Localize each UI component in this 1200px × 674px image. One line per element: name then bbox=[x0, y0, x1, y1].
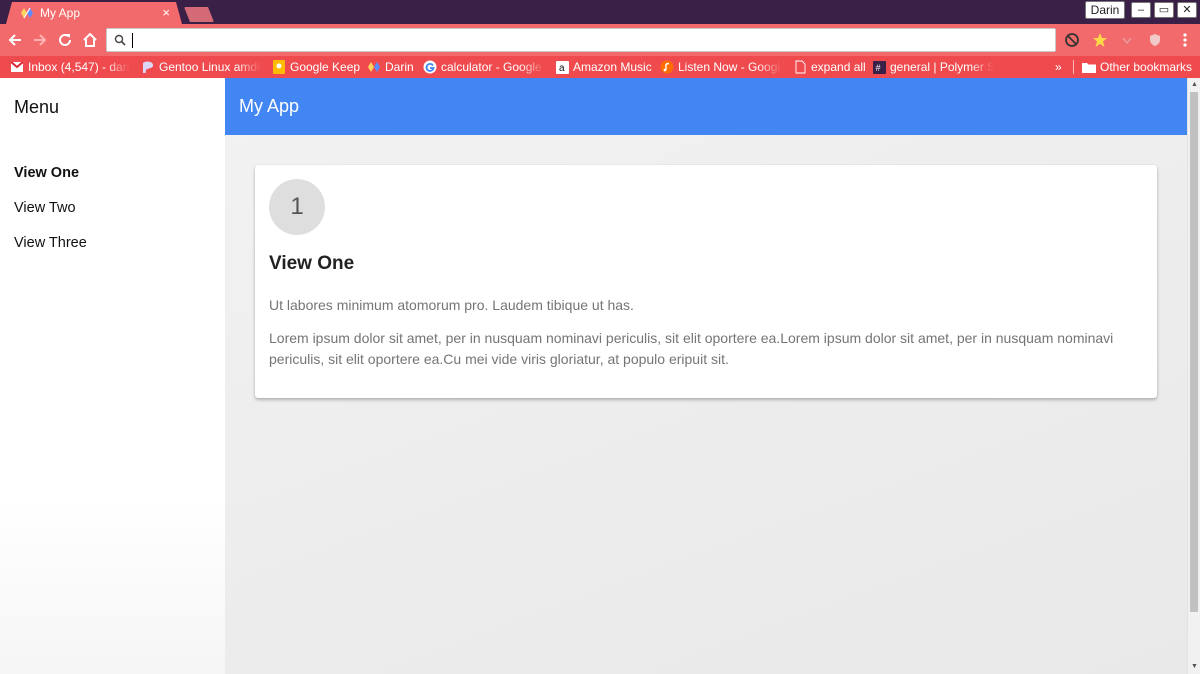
forward-icon[interactable] bbox=[31, 30, 49, 50]
tab-title: My App bbox=[40, 6, 81, 20]
bookmark-polymer-slack[interactable]: # general | Polymer S bbox=[872, 56, 994, 78]
browser-titlebar: My App × Darin – ▭ ✕ bbox=[0, 0, 1200, 24]
search-icon bbox=[113, 33, 127, 47]
bookmarks-bar: Inbox (4,547) - darin Gentoo Linux amd64… bbox=[0, 56, 1200, 78]
bookmark-label: calculator - Google bbox=[441, 60, 542, 74]
menu-icon[interactable] bbox=[1176, 31, 1194, 49]
bookmark-label: general | Polymer S bbox=[890, 60, 994, 74]
extension-icon[interactable] bbox=[1063, 31, 1081, 49]
music-icon bbox=[660, 60, 674, 74]
bookmark-expand-all[interactable]: expand all bbox=[793, 56, 868, 78]
extension-icon[interactable] bbox=[1146, 31, 1164, 49]
svg-text:a: a bbox=[559, 63, 565, 74]
google-icon bbox=[423, 60, 437, 74]
content-card: 1 View One Ut labores minimum atomorum p… bbox=[255, 165, 1157, 398]
folder-icon bbox=[1082, 60, 1096, 74]
bookmark-label: Amazon Music bbox=[573, 60, 652, 74]
home-icon[interactable] bbox=[81, 30, 99, 50]
window-close-button[interactable]: ✕ bbox=[1177, 2, 1197, 18]
polymer-icon bbox=[20, 6, 34, 20]
menu-item-view-one[interactable]: View One bbox=[14, 165, 79, 181]
card-heading: View One bbox=[269, 253, 355, 274]
tab-my-app[interactable]: My App × bbox=[6, 2, 182, 24]
app-drawer: Menu View One View Two View Three bbox=[0, 78, 225, 674]
svg-text:#: # bbox=[875, 63, 880, 73]
page-viewport: Menu View One View Two View Three My App… bbox=[0, 78, 1200, 674]
gentoo-icon bbox=[141, 60, 155, 74]
bookmark-label: Inbox (4,547) - darin bbox=[28, 60, 130, 74]
bookmark-gentoo[interactable]: Gentoo Linux amd64 bbox=[141, 56, 261, 78]
omnibox[interactable] bbox=[106, 28, 1056, 52]
new-tab-button[interactable] bbox=[184, 7, 214, 22]
drawer-title: Menu bbox=[14, 97, 60, 117]
card-paragraph: Ut labores minimum atomorum pro. Laudem … bbox=[269, 297, 634, 313]
main-content: My App 1 View One Ut labores minimum ato… bbox=[225, 78, 1187, 674]
browser-toolbar bbox=[0, 24, 1200, 56]
bookmark-keep[interactable]: Google Keep bbox=[272, 56, 372, 78]
bookmark-label: Gentoo Linux amd64 bbox=[159, 60, 261, 74]
polymer-icon bbox=[367, 60, 381, 74]
bookmark-label: Google Keep bbox=[290, 60, 361, 74]
bookmark-darin[interactable]: Darin bbox=[367, 56, 422, 78]
keep-icon bbox=[272, 60, 286, 74]
star-icon[interactable] bbox=[1091, 31, 1109, 49]
bookmark-listen-now[interactable]: Listen Now - Google bbox=[660, 56, 782, 78]
profile-button[interactable]: Darin bbox=[1085, 1, 1125, 19]
menu-item-view-two[interactable]: View Two bbox=[14, 200, 76, 216]
bookmarks-overflow-button[interactable]: » bbox=[1055, 56, 1067, 78]
text-caret bbox=[132, 33, 133, 48]
page-icon bbox=[793, 60, 807, 74]
gmail-icon bbox=[10, 60, 24, 74]
slack-icon: # bbox=[872, 60, 886, 74]
other-bookmarks[interactable]: Other bookmarks bbox=[1082, 56, 1197, 78]
scroll-up-icon[interactable]: ▲ bbox=[1191, 81, 1198, 89]
address-input[interactable] bbox=[129, 31, 1029, 49]
bookmark-label: Listen Now - Google bbox=[678, 60, 782, 74]
bookmark-amazon-music[interactable]: a Amazon Music bbox=[555, 56, 655, 78]
restore-button[interactable]: ▭ bbox=[1154, 2, 1174, 18]
minimize-button[interactable]: – bbox=[1131, 2, 1151, 18]
back-icon[interactable] bbox=[6, 30, 24, 50]
bookmark-label: Darin bbox=[385, 60, 414, 74]
amazon-icon: a bbox=[555, 60, 569, 74]
scrollbar-thumb[interactable] bbox=[1190, 92, 1198, 612]
bookmark-label: expand all bbox=[811, 60, 866, 74]
page-scrollbar[interactable]: ▲ ▼ bbox=[1187, 78, 1200, 674]
scroll-down-icon[interactable]: ▼ bbox=[1191, 663, 1198, 671]
bookmark-label: Other bookmarks bbox=[1100, 60, 1193, 74]
bookmark-calculator[interactable]: calculator - Google bbox=[423, 56, 545, 78]
view-number-badge: 1 bbox=[269, 179, 325, 235]
card-paragraph: Lorem ipsum dolor sit amet, per in nusqu… bbox=[269, 330, 1114, 367]
extension-icon[interactable] bbox=[1118, 31, 1136, 49]
app-title: My App bbox=[239, 96, 300, 116]
app-header: My App bbox=[225, 78, 1187, 135]
bookmark-inbox[interactable]: Inbox (4,547) - darin bbox=[10, 56, 130, 78]
menu-item-view-three[interactable]: View Three bbox=[14, 235, 87, 251]
tab-close-icon[interactable]: × bbox=[162, 5, 170, 21]
reload-icon[interactable] bbox=[56, 30, 74, 50]
bookmarks-divider bbox=[1073, 60, 1074, 74]
